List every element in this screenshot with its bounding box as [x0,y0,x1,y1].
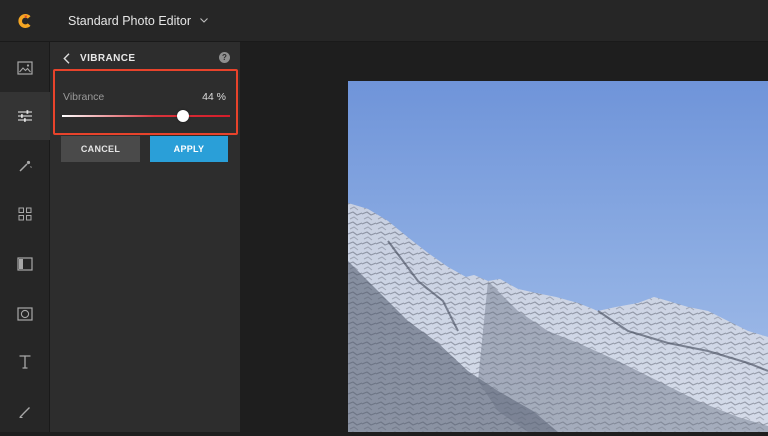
rail-item-vignette[interactable] [0,290,50,338]
vibrance-panel: VIBRANCE ? Vibrance 44 % CANCEL APPLY [50,42,240,432]
slider-thumb[interactable] [176,110,189,122]
chevron-left-icon [62,52,69,64]
rail-item-frames[interactable] [0,240,50,288]
tool-rail [0,42,50,432]
image-icon [17,61,33,75]
slider-track [62,115,230,117]
chevron-down-icon [200,18,208,23]
vibrance-value: 44 % [202,91,226,103]
text-icon [19,355,31,369]
rail-item-layouts[interactable] [0,190,50,238]
photo-canvas[interactable] [240,42,768,432]
rail-item-effects[interactable] [0,142,50,190]
vibrance-label: Vibrance [63,91,105,103]
sliders-icon [18,110,32,122]
magic-wand-icon [19,160,32,172]
help-icon[interactable]: ? [219,52,230,63]
cancel-button[interactable]: CANCEL [61,136,140,162]
vibrance-control: Vibrance 44 % [53,69,238,135]
brand-logo-icon[interactable] [0,0,50,42]
apply-button[interactable]: APPLY [150,136,228,162]
photo-image [348,81,768,432]
vignette-icon [17,307,33,321]
rail-item-draw[interactable] [0,388,50,436]
rail-item-text[interactable] [0,338,50,386]
grid-icon [18,207,32,221]
rail-item-image[interactable] [0,44,50,92]
brush-icon [19,407,30,418]
app-title-dropdown[interactable]: Standard Photo Editor [68,14,208,28]
vibrance-slider[interactable] [62,109,230,123]
frame-icon [17,257,33,271]
top-bar: Standard Photo Editor [0,0,768,42]
panel-title: VIBRANCE [80,52,136,64]
app-title: Standard Photo Editor [68,13,191,28]
rail-item-adjust[interactable] [0,92,50,140]
